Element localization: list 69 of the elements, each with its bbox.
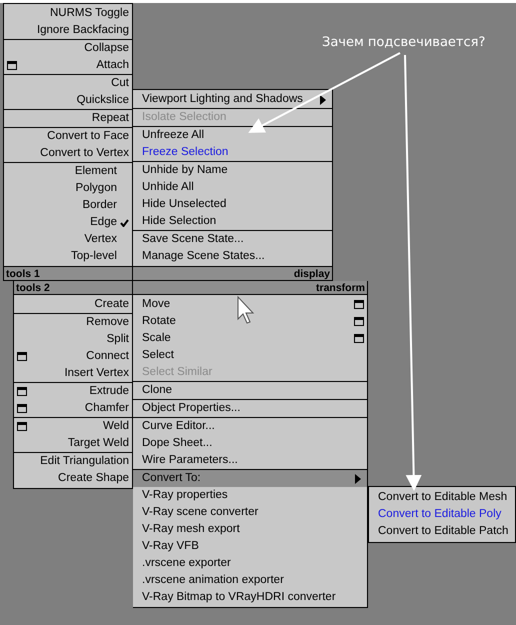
menu-item[interactable]: Collapse bbox=[20, 40, 129, 58]
menu-item[interactable]: Edge bbox=[20, 214, 117, 232]
menu-item[interactable]: Object Properties... bbox=[136, 400, 364, 418]
menu-item[interactable]: Select bbox=[136, 346, 364, 364]
options-box-icon[interactable] bbox=[17, 387, 27, 396]
menu-item[interactable]: Insert Vertex bbox=[30, 364, 129, 382]
menu-item[interactable]: Clone bbox=[136, 382, 364, 400]
menu-item[interactable]: .vrscene exporter bbox=[136, 554, 364, 572]
options-box-icon[interactable] bbox=[7, 61, 17, 70]
menu-item[interactable]: Viewport Lighting and Shadows bbox=[136, 90, 317, 108]
menu-item[interactable]: Create bbox=[30, 296, 129, 314]
menu-item[interactable]: Chamfer bbox=[30, 400, 129, 418]
menu-item[interactable]: V-Ray Bitmap to VRayHDRI converter bbox=[136, 588, 364, 606]
menu-item[interactable]: Ignore Backfacing bbox=[20, 22, 129, 40]
menu-item[interactable]: Dope Sheet... bbox=[136, 434, 364, 452]
menu-item[interactable]: Unhide by Name bbox=[136, 162, 329, 180]
menu-item[interactable]: Polygon bbox=[20, 180, 117, 198]
menu-item[interactable]: V-Ray properties bbox=[136, 486, 364, 504]
menu-item[interactable]: NURMS Toggle bbox=[20, 4, 129, 22]
menu-item[interactable]: V-Ray VFB bbox=[136, 538, 364, 556]
menu-item[interactable]: .vrscene animation exporter bbox=[136, 572, 364, 590]
options-box-icon[interactable] bbox=[17, 404, 27, 413]
options-box-icon[interactable] bbox=[354, 317, 364, 326]
menu-item[interactable]: Create Shape bbox=[30, 470, 129, 488]
quad-menu-header: tools 2 bbox=[14, 281, 132, 295]
menu-item[interactable]: Convert To: bbox=[136, 470, 352, 488]
menu-item[interactable]: Rotate bbox=[136, 312, 351, 330]
menu-item[interactable]: Convert to Editable Poly bbox=[372, 506, 512, 524]
options-box-icon[interactable] bbox=[354, 334, 364, 343]
menu-item[interactable]: Convert to Vertex bbox=[20, 144, 129, 162]
menu-item[interactable]: Hide Unselected bbox=[136, 196, 329, 214]
annotation-text: Зачем подсвечивается? bbox=[322, 34, 486, 52]
options-box-icon[interactable] bbox=[354, 300, 364, 309]
menu-item[interactable]: Freeze Selection bbox=[136, 144, 329, 162]
menu-item[interactable]: V-Ray scene converter bbox=[136, 504, 364, 522]
menu-item[interactable]: Target Weld bbox=[30, 434, 129, 452]
menu-item[interactable]: Top-level bbox=[20, 248, 117, 266]
menu-item[interactable]: Scale bbox=[136, 330, 351, 348]
menu-item[interactable]: Hide Selection bbox=[136, 212, 329, 230]
menu-item[interactable]: V-Ray mesh export bbox=[136, 520, 364, 538]
menu-item[interactable]: Unhide All bbox=[136, 178, 329, 196]
menu-item[interactable]: Weld bbox=[30, 418, 129, 436]
menu-item[interactable]: Curve Editor... bbox=[136, 418, 364, 436]
options-box-icon[interactable] bbox=[17, 422, 27, 431]
quad-menu-header: tools 1 bbox=[4, 266, 132, 280]
menu-item[interactable]: Element bbox=[20, 162, 117, 180]
menu-item[interactable]: Vertex bbox=[20, 230, 117, 248]
quad-menu-header: display bbox=[133, 266, 332, 280]
menu-item[interactable]: Repeat bbox=[20, 110, 129, 128]
menu-item[interactable]: Quickslice bbox=[20, 92, 129, 110]
menu-item[interactable]: Attach bbox=[20, 56, 129, 74]
menu-item[interactable]: Convert to Editable Mesh bbox=[372, 488, 512, 506]
menu-item[interactable]: Unfreeze All bbox=[136, 126, 329, 144]
menu-item[interactable]: Convert to Face bbox=[20, 128, 129, 146]
menu-item[interactable]: Edit Triangulation bbox=[30, 452, 129, 470]
menu-item[interactable]: Cut bbox=[20, 74, 129, 92]
menu-item[interactable]: Remove bbox=[30, 314, 129, 332]
menu-item[interactable]: Extrude bbox=[30, 382, 129, 400]
options-box-icon[interactable] bbox=[17, 352, 27, 361]
menu-item[interactable]: Border bbox=[20, 196, 117, 214]
menu-item[interactable]: Convert to Editable Patch bbox=[372, 522, 512, 540]
menu-item[interactable]: Connect bbox=[30, 348, 129, 366]
menu-item[interactable]: Move bbox=[136, 296, 351, 314]
menu-item[interactable]: Wire Parameters... bbox=[136, 452, 364, 470]
menu-item[interactable]: Manage Scene States... bbox=[136, 248, 329, 266]
quad-menu-header: transform bbox=[133, 281, 367, 295]
menu-item[interactable]: Split bbox=[30, 330, 129, 348]
menu-item[interactable]: Save Scene State... bbox=[136, 230, 329, 248]
mouse-cursor-icon bbox=[238, 296, 254, 324]
